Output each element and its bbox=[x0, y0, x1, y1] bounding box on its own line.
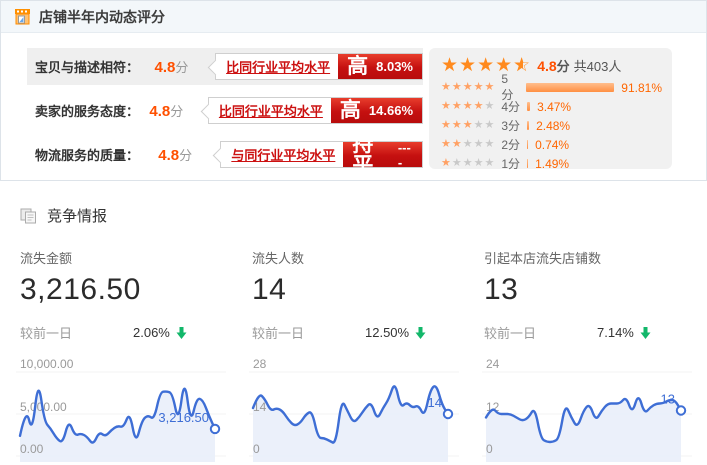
rating-summary: ★★★★☆★ 4.8分 共403人 bbox=[441, 56, 662, 75]
metric-value: 13 bbox=[484, 273, 707, 307]
svg-text:13: 13 bbox=[661, 392, 675, 407]
competition-section-header: 竞争情报 bbox=[0, 181, 707, 226]
metric-card-lost-to-shops: 引起本店流失店铺数 13 较前一日 7.14% bbox=[484, 248, 707, 342]
dsr-score: 4.8分 bbox=[149, 101, 195, 121]
score-bar bbox=[527, 121, 529, 130]
svg-text:3,216.50: 3,216.50 bbox=[158, 410, 209, 425]
metric-value: 3,216.50 bbox=[20, 273, 252, 307]
rating-breakdown-row: ★★★★★ 4分 3.47% bbox=[441, 98, 662, 115]
rating-breakdown-row: ★★★★★ 2分 0.74% bbox=[441, 136, 662, 153]
dsr-row-item-description: 宝贝与描述相符： 4.8分 比同行业平均水平 高8.03% bbox=[27, 48, 423, 85]
svg-text:24: 24 bbox=[486, 357, 500, 371]
down-arrow-icon bbox=[176, 327, 187, 339]
stars-5-icon: ★★★★★ bbox=[441, 82, 495, 93]
rating-count: 共403人 bbox=[574, 56, 622, 75]
dsr-label: 卖家的服务态度： bbox=[35, 101, 149, 120]
down-arrow-icon bbox=[415, 327, 426, 339]
stars-3-icon: ★★★★★ bbox=[441, 120, 495, 131]
svg-text:0: 0 bbox=[486, 442, 493, 456]
star-rating-icon: ★★★★☆★ bbox=[441, 56, 531, 75]
rating-summary-panel: ★★★★☆★ 4.8分 共403人 ★★★★★ 5分 91.81% ★★★★★ … bbox=[429, 48, 672, 169]
trend-charts: 10,000.005,000.000.003,216.50 2814014 24… bbox=[0, 352, 707, 465]
score-bar bbox=[527, 140, 528, 149]
svg-text:10,000.00: 10,000.00 bbox=[20, 357, 74, 371]
documents-icon bbox=[20, 208, 38, 224]
score-bar bbox=[527, 159, 528, 168]
industry-compare-tag: 比同行业平均水平 高8.03% bbox=[215, 53, 423, 80]
metric-cards: 流失金额 3,216.50 较前一日 2.06% 流失人数 14 较前一日 12… bbox=[0, 226, 707, 342]
dsr-label: 宝贝与描述相符： bbox=[35, 57, 155, 76]
stars-1-icon: ★★★★★ bbox=[441, 158, 495, 169]
dsr-label: 物流服务的质量： bbox=[35, 145, 158, 164]
lost-to-shops-chart: 2412013 bbox=[474, 352, 707, 465]
svg-text:0.00: 0.00 bbox=[20, 442, 44, 456]
dsr-row-service-attitude: 卖家的服务态度： 4.8分 比同行业平均水平 高14.66% bbox=[27, 92, 423, 129]
dsr-score: 4.8分 bbox=[158, 145, 208, 165]
industry-compare-tag: 与同行业平均水平 持平---- bbox=[220, 141, 423, 168]
svg-text:0: 0 bbox=[253, 442, 260, 456]
rating-panel-header: 店铺半年内动态评分 bbox=[1, 1, 706, 33]
svg-text:14: 14 bbox=[428, 395, 442, 410]
industry-compare-tag: 比同行业平均水平 高14.66% bbox=[208, 97, 423, 124]
rating-panel-body: 宝贝与描述相符： 4.8分 比同行业平均水平 高8.03% 卖家的服务态度： 4… bbox=[1, 33, 706, 180]
rating-breakdown-row: ★★★★★ 5分 91.81% bbox=[441, 79, 662, 96]
score-bar bbox=[526, 83, 614, 92]
storefront-icon bbox=[14, 8, 31, 25]
metric-card-lost-amount: 流失金额 3,216.50 较前一日 2.06% bbox=[20, 248, 252, 342]
lost-customers-chart: 2814014 bbox=[241, 352, 474, 465]
rating-breakdown-row: ★★★★★ 1分 1.49% bbox=[441, 155, 662, 172]
stars-4-icon: ★★★★★ bbox=[441, 101, 495, 112]
rating-breakdown-row: ★★★★★ 3分 2.48% bbox=[441, 117, 662, 134]
metric-card-lost-customers: 流失人数 14 较前一日 12.50% bbox=[252, 248, 484, 342]
dsr-score: 4.8分 bbox=[155, 57, 204, 77]
shop-rating-panel: 店铺半年内动态评分 宝贝与描述相符： 4.8分 比同行业平均水平 高8.03% … bbox=[0, 0, 707, 181]
dsr-rows: 宝贝与描述相符： 4.8分 比同行业平均水平 高8.03% 卖家的服务态度： 4… bbox=[27, 48, 423, 180]
rating-panel-title: 店铺半年内动态评分 bbox=[39, 7, 165, 27]
svg-text:28: 28 bbox=[253, 357, 267, 371]
metric-value: 14 bbox=[252, 273, 484, 307]
score-bar bbox=[527, 102, 530, 111]
competition-section-title: 竞争情报 bbox=[47, 205, 107, 226]
down-arrow-icon bbox=[640, 327, 651, 339]
dsr-row-logistics-quality: 物流服务的质量： 4.8分 与同行业平均水平 持平---- bbox=[27, 136, 423, 173]
lost-amount-chart: 10,000.005,000.000.003,216.50 bbox=[8, 352, 241, 465]
stars-2-icon: ★★★★★ bbox=[441, 139, 495, 150]
